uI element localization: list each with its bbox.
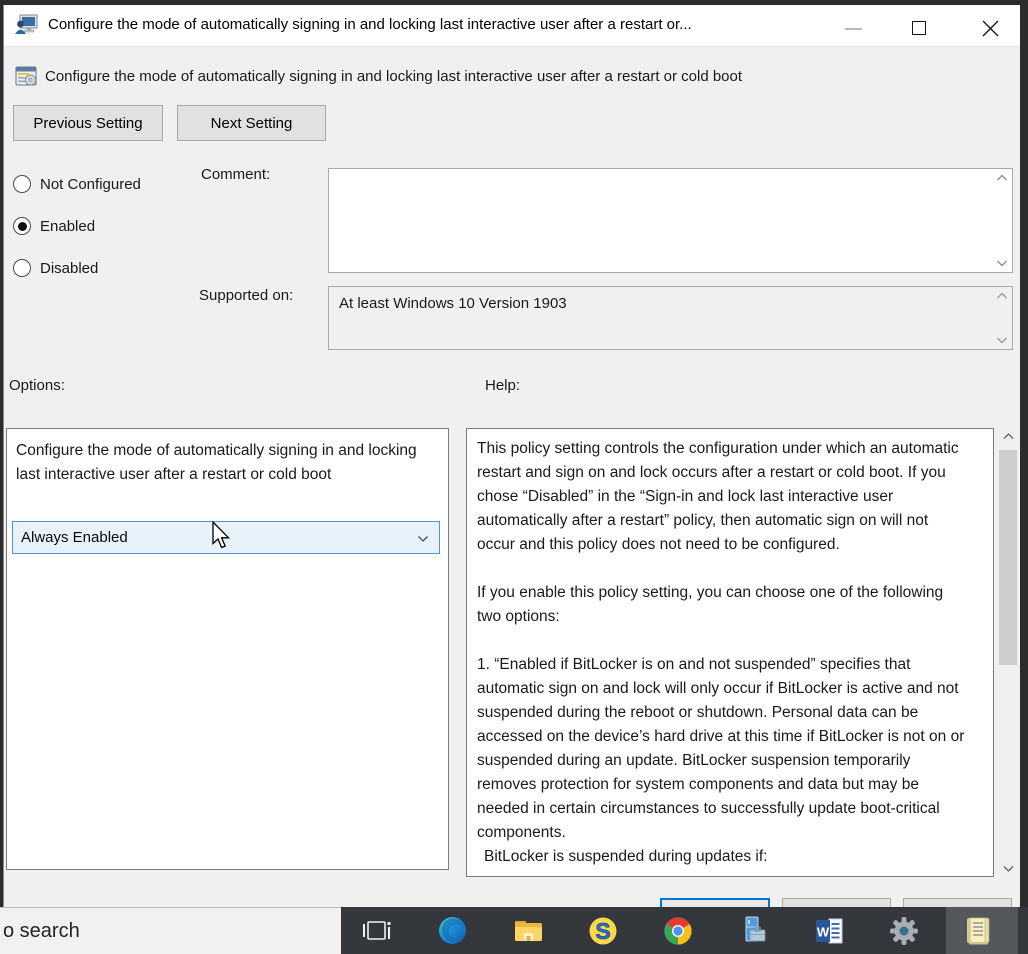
help-scrollbar[interactable]	[999, 428, 1017, 877]
task-view-icon	[362, 918, 392, 944]
previous-setting-button[interactable]: Previous Setting	[13, 105, 163, 141]
radio-circle	[13, 175, 31, 193]
toolbox-app-button[interactable]	[730, 907, 776, 954]
word-icon: W	[815, 918, 843, 944]
policy-setting-icon	[15, 65, 37, 87]
settings-gear-icon	[889, 916, 919, 946]
window-title: Configure the mode of automatically sign…	[48, 16, 692, 33]
apply-button[interactable]	[903, 898, 1012, 907]
chevron-down-icon	[417, 535, 429, 543]
close-icon	[982, 20, 999, 37]
option-setting-text: Configure the mode of automatically sign…	[7, 429, 448, 487]
scroll-up-icon	[996, 292, 1008, 300]
svg-text:W: W	[817, 924, 830, 939]
s-app-icon: S	[588, 916, 618, 946]
scrollbar-up-button[interactable]	[999, 428, 1017, 445]
taskbar: o search	[0, 907, 1028, 954]
comment-label: Comment:	[201, 166, 270, 183]
screen: Configure the mode of automatically sign…	[0, 0, 1028, 954]
minimize-button[interactable]	[838, 19, 868, 39]
scrollbar-thumb[interactable]	[999, 450, 1017, 665]
toolbox-app-icon	[738, 916, 768, 946]
search-placeholder-text: o search	[0, 920, 80, 943]
radio-label: Disabled	[40, 260, 98, 277]
supported-on-box: At least Windows 10 Version 1903	[328, 286, 1013, 350]
scrollbar-down-button[interactable]	[999, 860, 1017, 877]
file-explorer-icon	[514, 918, 543, 943]
scroll-down-icon	[996, 336, 1008, 344]
dropdown-value: Always Enabled	[13, 529, 128, 546]
help-paragraph: If you enable this policy setting, you c…	[477, 581, 967, 629]
comment-textarea[interactable]	[328, 168, 1013, 273]
svg-text:S: S	[595, 918, 610, 944]
supported-on-value: At least Windows 10 Version 1903	[329, 287, 1012, 312]
radio-circle-checked	[13, 217, 31, 235]
policy-user-monitor-icon	[13, 13, 39, 39]
next-setting-button[interactable]: Next Setting	[177, 105, 326, 141]
gpedit-scroll-icon	[964, 916, 992, 946]
options-label: Options:	[9, 377, 65, 394]
supported-on-label: Supported on:	[199, 287, 293, 304]
edge-icon	[438, 916, 467, 945]
settings-button[interactable]	[881, 907, 927, 954]
radio-disabled[interactable]: Disabled	[13, 258, 98, 278]
help-paragraph-clipped: BitLocker is suspended during updates if…	[477, 845, 967, 869]
radio-not-configured[interactable]: Not Configured	[13, 174, 141, 194]
close-button[interactable]	[976, 16, 1004, 40]
scroll-up-icon[interactable]	[996, 174, 1008, 182]
gpedit-button[interactable]	[955, 907, 1001, 954]
radio-enabled[interactable]: Enabled	[13, 216, 95, 236]
policy-setting-dialog: Configure the mode of automatically sign…	[3, 5, 1020, 907]
title-bar: Configure the mode of automatically sign…	[4, 5, 1020, 47]
word-button[interactable]: W	[806, 907, 852, 954]
chrome-icon	[663, 916, 693, 946]
mode-dropdown[interactable]: Always Enabled	[12, 521, 440, 554]
ok-button[interactable]	[660, 898, 770, 907]
maximize-button[interactable]	[906, 17, 932, 39]
cancel-button[interactable]	[782, 898, 891, 907]
s-app-button[interactable]: S	[580, 907, 626, 954]
chrome-button[interactable]	[655, 907, 701, 954]
taskbar-search-box[interactable]: o search	[0, 907, 341, 954]
help-paragraph: This policy setting controls the configu…	[477, 437, 967, 557]
radio-dot	[18, 222, 27, 231]
minimize-icon	[845, 28, 862, 30]
maximize-icon	[912, 21, 926, 35]
scroll-down-icon[interactable]	[996, 259, 1008, 267]
options-panel: Configure the mode of automatically sign…	[6, 428, 449, 870]
radio-label: Not Configured	[40, 176, 141, 193]
help-paragraph: 1. “Enabled if BitLocker is on and not s…	[477, 653, 967, 845]
radio-label: Enabled	[40, 218, 95, 235]
help-text: This policy setting controls the configu…	[467, 429, 993, 869]
help-panel: This policy setting controls the configu…	[466, 428, 994, 877]
edge-button[interactable]	[429, 907, 475, 954]
task-view-button[interactable]	[354, 907, 400, 954]
file-explorer-button[interactable]	[505, 907, 551, 954]
help-label: Help:	[485, 377, 520, 394]
policy-title: Configure the mode of automatically sign…	[45, 68, 985, 85]
radio-circle	[13, 259, 31, 277]
